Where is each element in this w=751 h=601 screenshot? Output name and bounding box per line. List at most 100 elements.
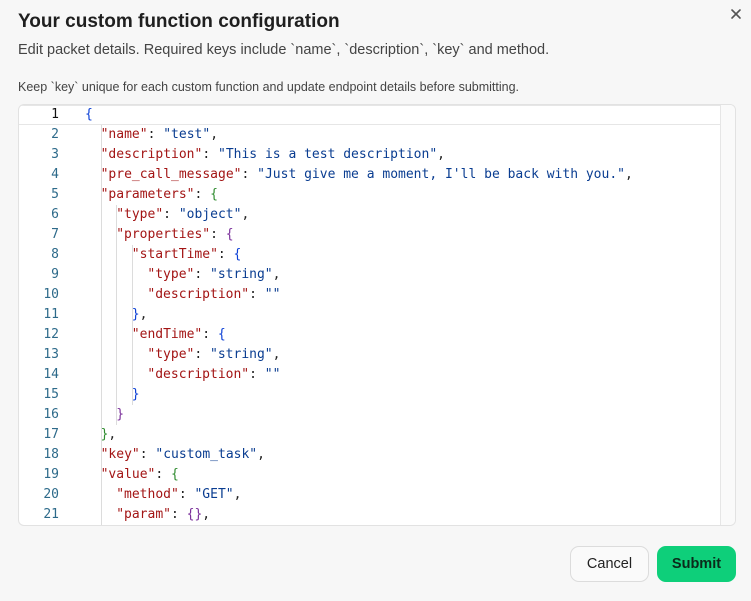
line-number: 14 bbox=[43, 367, 59, 382]
code-token: : bbox=[147, 127, 164, 142]
code-token: "properties" bbox=[116, 227, 211, 242]
code-token: "type" bbox=[147, 347, 195, 362]
code-token: , bbox=[202, 507, 211, 522]
line-number: 15 bbox=[43, 387, 59, 402]
code-token: { bbox=[171, 467, 179, 482]
code-line: "description": "" bbox=[147, 285, 280, 305]
line-number: 5 bbox=[51, 187, 59, 202]
line-number: 12 bbox=[43, 327, 59, 342]
code-line: "type": "object", bbox=[116, 205, 249, 225]
code-line: "value": { bbox=[101, 465, 179, 485]
vertical-scrollbar[interactable] bbox=[720, 105, 735, 525]
code-line: } bbox=[132, 385, 140, 405]
line-number: 8 bbox=[51, 247, 59, 262]
code-line: { bbox=[85, 105, 93, 125]
line-number: 1 bbox=[51, 107, 59, 122]
code-token: {} bbox=[186, 507, 203, 522]
code-line: "endTime": { bbox=[132, 325, 226, 345]
code-token: "description" bbox=[147, 367, 250, 382]
code-token: : bbox=[249, 367, 265, 382]
code-token: : bbox=[194, 267, 211, 282]
code-token: : bbox=[194, 347, 211, 362]
code-line: "key": "custom_task", bbox=[101, 445, 265, 465]
json-code-editor[interactable]: 1 2 3 4 5 6 7 8 9 10 11 12 13 14 15 16 17 18 19 20 21 {"name… bbox=[18, 104, 736, 526]
code-token: : bbox=[241, 167, 258, 182]
submit-button[interactable]: Submit bbox=[657, 546, 736, 582]
code-line: } bbox=[116, 405, 124, 425]
code-token: "test" bbox=[163, 127, 211, 142]
code-line: "startTime": { bbox=[132, 245, 242, 265]
code-line: "method": "GET", bbox=[116, 485, 241, 505]
code-line: "pre_call_message": "Just give me a mome… bbox=[101, 165, 633, 185]
code-token: { bbox=[225, 227, 234, 242]
indent-guide bbox=[131, 245, 133, 405]
code-line: }, bbox=[101, 425, 117, 445]
code-token: "" bbox=[264, 367, 281, 382]
code-token: : bbox=[139, 447, 156, 462]
code-token: : bbox=[194, 187, 211, 202]
code-token: } bbox=[131, 307, 140, 322]
cancel-button[interactable]: Cancel bbox=[570, 546, 649, 582]
line-number: 19 bbox=[43, 467, 59, 482]
line-number: 9 bbox=[51, 267, 59, 282]
code-token: , bbox=[625, 167, 633, 182]
indent-guide bbox=[116, 205, 118, 425]
code-token: { bbox=[233, 247, 242, 262]
code-content[interactable]: {"name": "test", "description": "This is … bbox=[85, 105, 719, 525]
code-line: "name": "test", bbox=[101, 125, 218, 145]
code-token: : bbox=[217, 247, 234, 262]
config-dialog: Your custom function configuration Edit … bbox=[0, 0, 751, 601]
code-line: "properties": { bbox=[116, 225, 233, 245]
code-token: "object" bbox=[178, 207, 242, 222]
code-token: "string" bbox=[210, 347, 273, 362]
line-number-gutter: 1 2 3 4 5 6 7 8 9 10 11 12 13 14 15 16 17 18 19 20 21 bbox=[19, 105, 67, 525]
line-number: 6 bbox=[51, 207, 59, 222]
line-number: 17 bbox=[43, 427, 59, 442]
code-token: "startTime" bbox=[131, 247, 218, 262]
code-line: "type": "string", bbox=[147, 345, 280, 365]
code-token: : bbox=[163, 207, 179, 222]
dialog-subtitle: Edit packet details. Required keys inclu… bbox=[18, 42, 550, 58]
line-number: 20 bbox=[43, 487, 59, 502]
line-number: 13 bbox=[43, 347, 59, 362]
code-token: "type" bbox=[116, 207, 164, 222]
code-line: "parameters": { bbox=[101, 185, 218, 205]
code-line: "type": "string", bbox=[147, 265, 280, 285]
line-number: 16 bbox=[43, 407, 59, 422]
code-token: "type" bbox=[147, 267, 195, 282]
code-token: "name" bbox=[100, 127, 148, 142]
code-token: , bbox=[437, 147, 445, 162]
line-number: 2 bbox=[51, 127, 59, 142]
code-token: "string" bbox=[210, 267, 273, 282]
code-token: "param" bbox=[116, 507, 171, 522]
code-token: , bbox=[210, 127, 219, 142]
code-token: : bbox=[202, 147, 218, 162]
code-token: , bbox=[139, 307, 148, 322]
code-token: , bbox=[241, 207, 250, 222]
line-number: 4 bbox=[51, 167, 59, 182]
code-token: , bbox=[257, 447, 265, 462]
code-token: "description" bbox=[147, 287, 250, 302]
code-token: , bbox=[272, 347, 281, 362]
dialog-hint: Keep `key` unique for each custom functi… bbox=[18, 80, 520, 94]
code-token: : bbox=[178, 487, 195, 502]
code-token: "method" bbox=[116, 487, 179, 502]
close-button[interactable] bbox=[727, 5, 745, 23]
code-token: { bbox=[85, 107, 93, 122]
line-number: 7 bbox=[51, 227, 59, 242]
close-icon bbox=[731, 9, 741, 19]
code-token: "" bbox=[264, 287, 281, 302]
code-line: "description": "" bbox=[147, 365, 280, 385]
code-token: : bbox=[155, 467, 172, 482]
code-token: "custom_task" bbox=[155, 447, 258, 462]
code-token: "description" bbox=[100, 147, 203, 162]
code-token: } bbox=[116, 407, 125, 422]
indent-guide bbox=[100, 125, 102, 525]
code-token: , bbox=[272, 267, 281, 282]
line-number: 11 bbox=[43, 307, 59, 322]
code-token: , bbox=[108, 427, 117, 442]
dialog-title: Your custom function configuration bbox=[18, 11, 340, 32]
code-token: "Just give me a moment, I'll be back wit… bbox=[257, 167, 625, 182]
code-token: "pre_call_message" bbox=[100, 167, 242, 182]
code-token: "key" bbox=[100, 447, 140, 462]
